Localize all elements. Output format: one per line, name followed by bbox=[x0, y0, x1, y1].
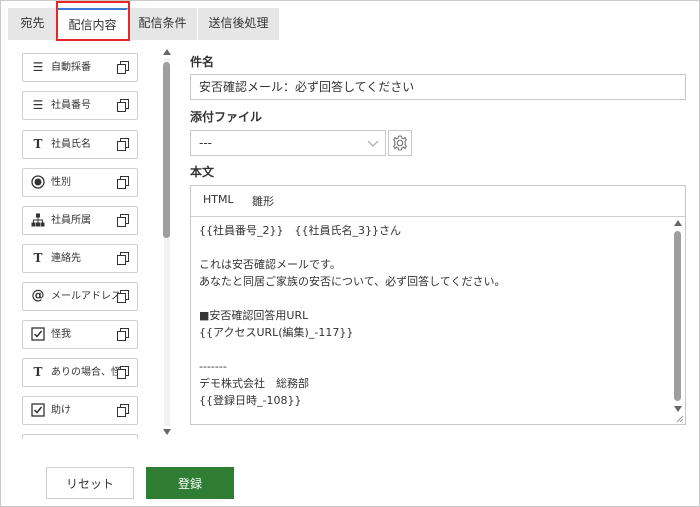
text-icon: T bbox=[33, 251, 43, 265]
gear-icon bbox=[392, 135, 408, 151]
field-item[interactable]: ☰ 社員番号 bbox=[22, 91, 138, 120]
copy-icon[interactable] bbox=[117, 99, 129, 112]
radio-icon bbox=[31, 175, 45, 189]
resize-handle-icon[interactable] bbox=[676, 415, 684, 423]
copy-icon[interactable] bbox=[117, 366, 129, 379]
body-tab-html[interactable]: HTML bbox=[203, 193, 234, 206]
copy-icon[interactable] bbox=[117, 176, 129, 189]
scroll-down-arrow-icon[interactable] bbox=[673, 405, 683, 413]
field-item[interactable]: 社員所属 bbox=[22, 206, 138, 235]
body-textarea[interactable]: {{社員番号_2}} {{社員氏名_3}}さん これは安否確認メールです。 あな… bbox=[199, 222, 669, 422]
field-item-label: 助け bbox=[51, 405, 71, 416]
field-item[interactable]: T 社員氏名 bbox=[22, 130, 138, 159]
attachment-select[interactable]: --- bbox=[190, 130, 386, 156]
scrollbar-thumb[interactable] bbox=[163, 62, 170, 238]
field-item[interactable]: T ありの場合、怪 bbox=[22, 358, 138, 387]
attachment-settings-button[interactable] bbox=[388, 130, 412, 156]
tab-bar: 宛先 配信内容 配信条件 送信後処理 bbox=[8, 8, 280, 40]
copy-icon[interactable] bbox=[117, 214, 129, 227]
body-scrollbar[interactable] bbox=[671, 217, 685, 424]
field-list: ☰ 自動採番 ☰ 社員番号 T 社員氏名 性別 社員所属 T 連絡先 @ メール… bbox=[22, 53, 140, 439]
field-item[interactable]: 助け bbox=[22, 396, 138, 425]
field-item-label: メールアドレス bbox=[51, 291, 121, 302]
save-button[interactable]: 登録 bbox=[146, 467, 234, 499]
field-item-label: 社員所属 bbox=[51, 215, 91, 226]
field-item-label: 社員番号 bbox=[51, 100, 91, 111]
body-label: 本文 bbox=[190, 165, 215, 179]
field-item-label: 性別 bbox=[51, 177, 71, 188]
field-item[interactable]: T 連絡先 bbox=[22, 244, 138, 273]
copy-icon[interactable] bbox=[117, 252, 129, 265]
copy-icon[interactable] bbox=[117, 290, 129, 303]
subject-label: 件名 bbox=[190, 55, 215, 69]
body-editor-tabs: HTML 雛形 bbox=[191, 186, 685, 217]
field-item[interactable]: 性別 bbox=[22, 168, 138, 197]
org-chart-icon bbox=[31, 213, 45, 227]
text-icon: T bbox=[33, 365, 43, 379]
checkbox-icon bbox=[31, 327, 45, 341]
field-item-label: ありの場合、怪 bbox=[51, 367, 121, 378]
copy-icon[interactable] bbox=[117, 61, 129, 74]
body-tab-template[interactable]: 雛形 bbox=[252, 193, 274, 209]
scrollbar-thumb[interactable] bbox=[674, 231, 681, 401]
copy-icon[interactable] bbox=[117, 138, 129, 151]
field-item[interactable]: 怪我 bbox=[22, 320, 138, 349]
subject-input[interactable]: 安否確認メール：必ず回答してください bbox=[190, 74, 686, 100]
field-item-label: 怪我 bbox=[51, 329, 71, 340]
body-editor: HTML 雛形 {{社員番号_2}} {{社員氏名_3}}さん これは安否確認メ… bbox=[190, 185, 686, 425]
tab-recipient[interactable]: 宛先 bbox=[8, 8, 58, 40]
list-number-icon: ☰ bbox=[32, 98, 44, 112]
scroll-up-arrow-icon[interactable] bbox=[673, 219, 683, 227]
field-list-scrollbar[interactable] bbox=[160, 46, 174, 438]
scroll-up-arrow-icon[interactable] bbox=[162, 48, 172, 56]
tab-conditions[interactable]: 配信条件 bbox=[128, 8, 198, 40]
attachment-label: 添付ファイル bbox=[190, 110, 263, 124]
copy-icon[interactable] bbox=[117, 404, 129, 417]
at-icon: @ bbox=[31, 288, 45, 303]
copy-icon[interactable] bbox=[117, 328, 129, 341]
field-item[interactable]: @ メールアドレス bbox=[22, 282, 138, 311]
tab-highlight-box bbox=[56, 1, 130, 41]
field-item-partial[interactable] bbox=[22, 434, 138, 439]
field-item-label: 社員氏名 bbox=[51, 139, 91, 150]
tab-post-send[interactable]: 送信後処理 bbox=[198, 8, 280, 40]
field-item[interactable]: ☰ 自動採番 bbox=[22, 53, 138, 82]
attachment-select-value: --- bbox=[199, 136, 212, 150]
scroll-down-arrow-icon[interactable] bbox=[162, 428, 172, 436]
list-number-icon: ☰ bbox=[32, 60, 44, 74]
text-icon: T bbox=[33, 137, 43, 151]
reset-button[interactable]: リセット bbox=[46, 467, 134, 499]
checkbox-icon bbox=[31, 403, 45, 417]
field-item-label: 連絡先 bbox=[51, 253, 81, 264]
chevron-down-icon bbox=[367, 140, 379, 147]
field-item-label: 自動採番 bbox=[51, 62, 91, 73]
